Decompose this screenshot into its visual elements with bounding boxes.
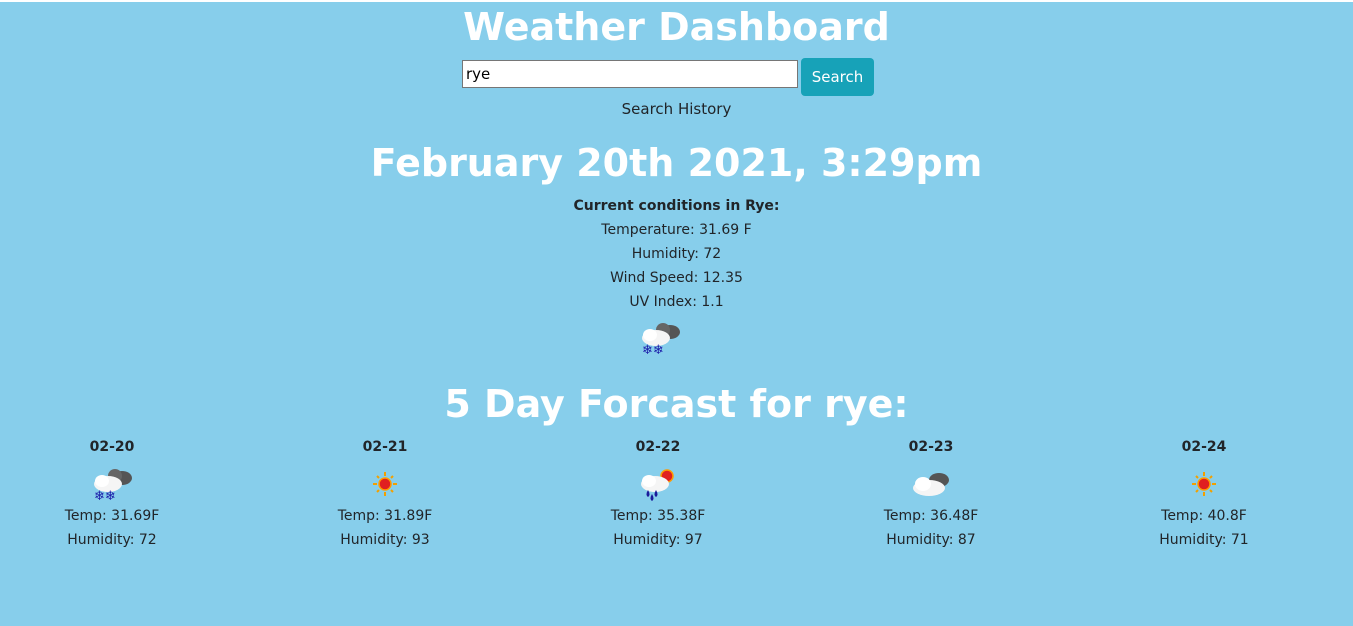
forecast-list: 02-20 ❄❄ Temp: 31.69F Humidity: 72 02-21 — [0, 436, 1353, 566]
rain-sun-icon — [634, 464, 682, 504]
forecast-temp: Temp: 31.69F — [64, 508, 160, 524]
forecast-day: 02-21 Temp: 31.89F Humidity: 93 — [285, 436, 485, 552]
search-input[interactable] — [462, 60, 798, 88]
svg-text:❄❄: ❄❄ — [642, 343, 664, 358]
current-conditions: Current conditions in Rye: Temperature: … — [0, 194, 1353, 314]
search-history-label: Search History — [621, 100, 732, 118]
forecast-day: 02-23 Temp: 36.48F Humidity: 87 — [831, 436, 1031, 552]
forecast-humidity: Humidity: 97 — [613, 532, 703, 548]
current-uv-index: UV Index: 1.1 — [629, 294, 724, 310]
forecast-date: 02-20 — [89, 439, 135, 455]
forecast-day: 02-20 ❄❄ Temp: 31.69F Humidity: 72 — [12, 436, 212, 552]
current-datetime: February 20th 2021, 3:29pm — [370, 141, 983, 185]
conditions-heading: Current conditions in Rye: — [573, 198, 780, 214]
forecast-date: 02-21 — [362, 439, 408, 455]
sun-icon — [1180, 464, 1228, 504]
current-humidity: Humidity: 72 — [631, 246, 722, 262]
forecast-temp: Temp: 36.48F — [883, 508, 979, 524]
snow-cloud-icon: ❄❄ — [88, 464, 136, 504]
forecast-humidity: Humidity: 87 — [886, 532, 976, 548]
forecast-humidity: Humidity: 71 — [1159, 532, 1249, 548]
forecast-temp: Temp: 40.8F — [1161, 508, 1247, 524]
forecast-date: 02-23 — [908, 439, 954, 455]
forecast-date: 02-22 — [635, 439, 681, 455]
snow-cloud-icon: ❄❄ — [636, 318, 684, 358]
search-button[interactable]: Search — [801, 58, 874, 96]
current-wind-speed: Wind Speed: 12.35 — [610, 270, 743, 286]
forecast-temp: Temp: 31.89F — [337, 508, 433, 524]
forecast-humidity: Humidity: 72 — [67, 532, 157, 548]
forecast-title: 5 Day Forcast for rye: — [444, 382, 909, 426]
page-title: Weather Dashboard — [463, 5, 890, 49]
sun-icon — [361, 464, 409, 504]
svg-text:❄❄: ❄❄ — [94, 489, 116, 504]
forecast-day: 02-24 Temp: 40.8F Humidity: 71 — [1104, 436, 1304, 552]
forecast-day: 02-22 Temp: 35.38F Humidity: 97 — [558, 436, 758, 552]
forecast-date: 02-24 — [1181, 439, 1227, 455]
top-border — [0, 0, 1353, 2]
current-temperature: Temperature: 31.69 F — [601, 222, 752, 238]
cloud-icon — [907, 464, 955, 504]
forecast-temp: Temp: 35.38F — [610, 508, 706, 524]
forecast-humidity: Humidity: 93 — [340, 532, 430, 548]
